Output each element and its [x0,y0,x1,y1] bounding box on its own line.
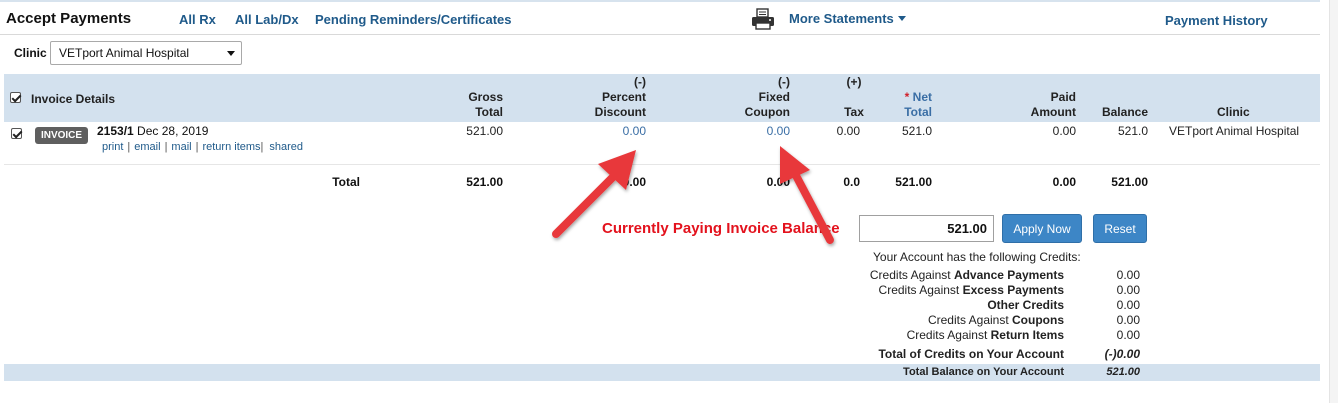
row-clinic: VETport Animal Hospital [1169,124,1300,138]
col-net-total: * Net Total [904,90,932,119]
nav-link-all-rx[interactable]: All Rx [179,12,216,27]
row-percent-discount[interactable]: 0.00 [623,124,646,138]
email-link[interactable]: email [134,141,160,153]
row-balance: 521.0 [1117,124,1148,138]
col-paid-amount: Paid Amount [1030,90,1076,119]
credit-return-items-label: Credits Against Return Items [906,328,1064,342]
total-percent-discount: 0.00 [622,175,646,189]
table-header: Invoice Details Gross Total (-) Percent D… [4,74,1320,122]
col-invoice-details: Invoice Details [31,92,116,106]
top-border [0,0,1320,2]
dropdown-arrow-icon [227,51,235,56]
credit-return-items-value: 0.00 [1116,328,1140,342]
row-gross-total: 521.00 [466,124,503,138]
more-statements-label: More Statements [789,11,894,26]
select-all-checkbox[interactable] [10,92,21,103]
row-divider [4,164,1320,165]
credits-total-value: (-)0.00 [1104,347,1140,361]
col-fixed-coupon: (-) Fixed Coupon [744,75,790,119]
invoice-number: 2153/1 [97,124,134,138]
credit-other-value: 0.00 [1116,298,1140,312]
clinic-select[interactable]: VETport Animal Hospital [50,41,242,65]
total-balance: 521.00 [1111,175,1148,189]
col-tax: (+) Tax [844,75,864,119]
row-paid-amount: 0.00 [1052,124,1076,138]
page-title: Accept Payments [6,10,132,27]
reset-button[interactable]: Reset [1093,214,1147,243]
apply-now-button[interactable]: Apply Now [1002,214,1082,243]
col-percent-discount: (-) Percent Discount [594,75,646,119]
clinic-select-value: VETport Animal Hospital [59,46,190,60]
total-paid: 0.00 [1052,175,1076,189]
totals-label: Total [332,175,360,189]
payment-amount-input[interactable]: 521.00 [859,215,994,242]
total-gross: 521.00 [466,175,503,189]
row-tax: 0.00 [836,124,860,138]
credit-advance-label: Credits Against Advance Payments [869,268,1064,282]
caret-down-icon [897,16,906,21]
invoice-date: Dec 28, 2019 [137,124,209,138]
invoice-badge[interactable]: INVOICE [35,127,88,144]
mail-link[interactable]: mail [171,141,191,153]
nav-link-pending-reminders[interactable]: Pending Reminders/Certificates [315,12,512,27]
row-checkbox[interactable] [11,128,22,139]
col-balance: Balance [1101,105,1148,119]
total-fixed-coupon: 0.00 [766,175,790,189]
print-link[interactable]: print [102,141,123,153]
header-divider [0,34,1320,35]
total-balance-label: Total Balance on Your Account [903,366,1064,378]
credit-excess-value: 0.00 [1116,283,1140,297]
return-items-link[interactable]: return items [202,141,260,153]
col-gross-total: Gross Total [468,90,503,119]
nav-link-all-lab-dx[interactable]: All Lab/Dx [235,12,299,27]
shared-link[interactable]: shared [269,141,303,153]
col-clinic: Clinic [1217,105,1250,119]
credit-coupons-label: Credits Against Coupons [927,313,1064,327]
printer-icon[interactable] [751,8,775,30]
row-net-total: 521.0 [901,124,932,138]
credit-advance-value: 0.00 [1116,268,1140,282]
credit-other-label: Other Credits [987,298,1064,312]
invoice-id: 2153/1 Dec 28, 2019 [97,124,208,138]
vertical-scrollbar[interactable] [1329,0,1338,403]
credit-excess-label: Credits Against Excess Payments [878,283,1064,297]
more-statements-dropdown[interactable]: More Statements [789,11,906,26]
total-net: 521.00 [895,175,932,189]
credits-heading: Your Account has the following Credits: [873,250,1081,264]
annotation-label: Currently Paying Invoice Balance [602,220,840,237]
credit-coupons-value: 0.00 [1116,313,1140,327]
payment-history-link[interactable]: Payment History [1165,13,1268,28]
credits-total-label: Total of Credits on Your Account [878,347,1064,361]
invoice-actions: print | email | mail | return items| shared [102,141,304,153]
total-tax: 0.0 [843,175,860,189]
clinic-label: Clinic [14,46,47,60]
total-balance-value: 521.00 [1106,366,1140,378]
row-fixed-coupon[interactable]: 0.00 [767,124,790,138]
